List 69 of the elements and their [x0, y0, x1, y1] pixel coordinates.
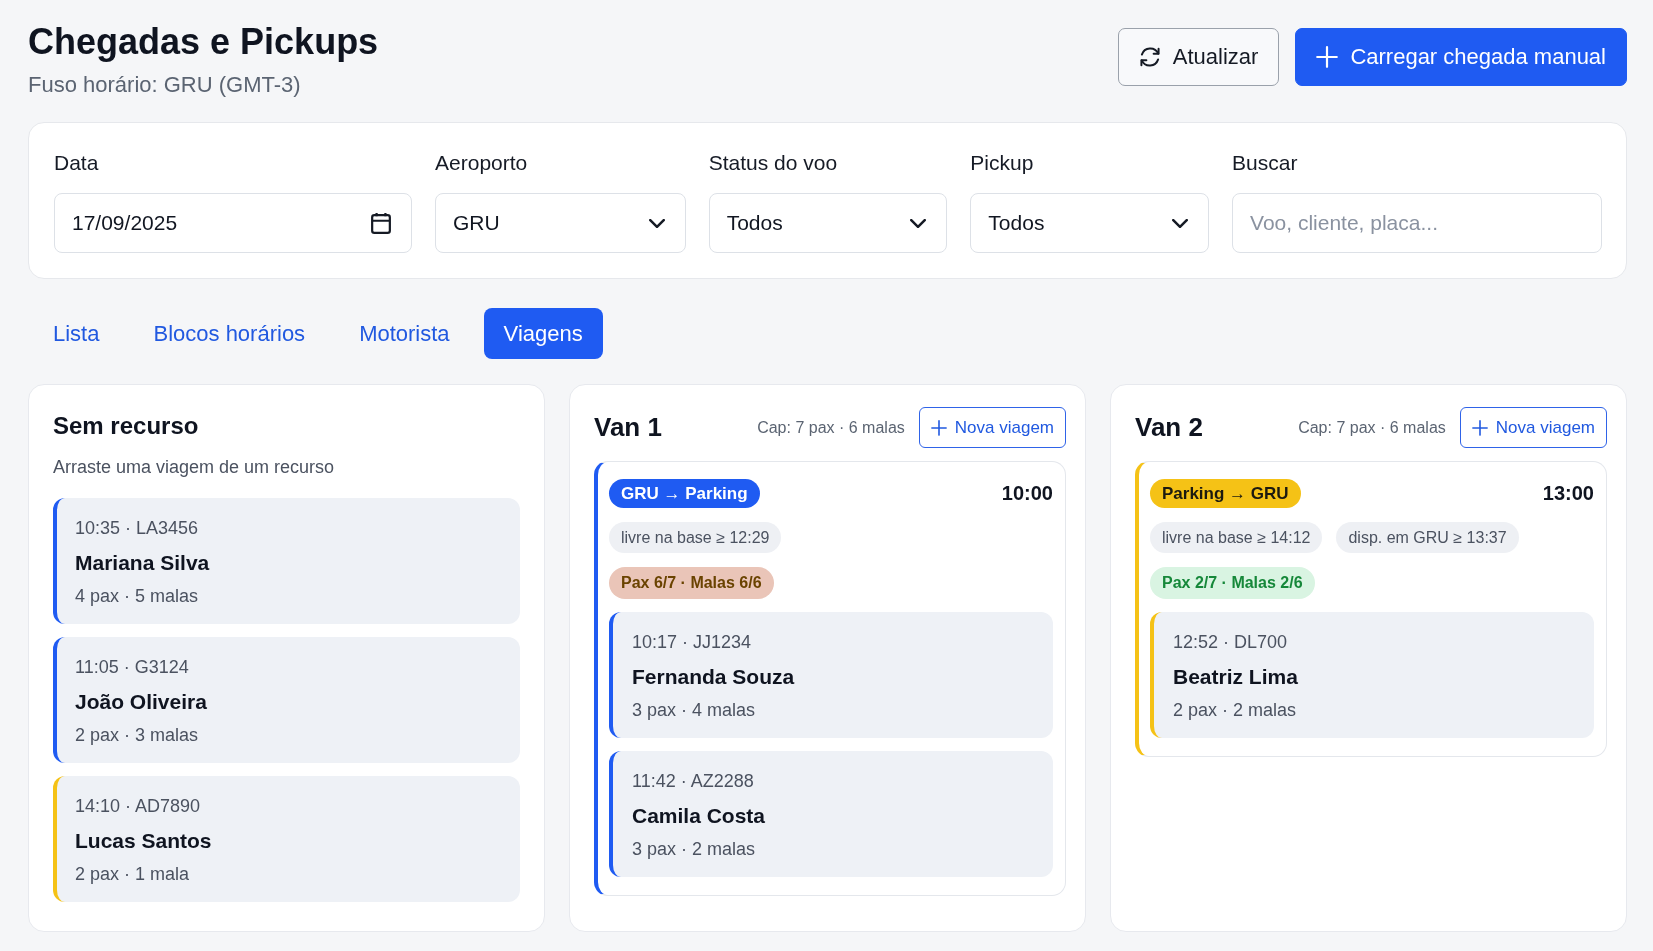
pax-luggage-count: 2 pax · 3 malas [75, 724, 200, 747]
view-tab[interactable]: Lista [33, 308, 120, 359]
field-label: Pickup [970, 150, 1035, 176]
column-title: Sem recurso [53, 411, 200, 441]
capacity-label: Cap: 7 pax · 6 malas [1298, 418, 1446, 437]
passenger-name: Lucas Santos [75, 828, 213, 854]
refresh-button[interactable]: Atualizar [1117, 28, 1280, 86]
timezone-label: Fuso horário: GRU (GMT-3) [28, 71, 302, 99]
field-label: Buscar [1232, 150, 1299, 176]
passenger-name: João Oliveira [75, 689, 208, 715]
trip-card[interactable]: GRU → Parking 10:00 livre na base ≥ 12:29 Pax 6/7 · Malas 6/6 10:17 · JJ1234 Fernanda Souza 3 pax · 4 malas 11:42 · AZ2288 Camila Costa 3 pax · 2 malas [594, 461, 1066, 896]
availability-chip: livre na base ≥ 12:29 [609, 522, 782, 553]
calendar-icon [371, 212, 392, 234]
pax-luggage-count: 3 pax · 4 malas [632, 699, 757, 722]
trip-card[interactable]: Parking → GRU 13:00 livre na base ≥ 14:12 disp. em GRU ≥ 13:37 Pax 2/7 · Malas 2/6 12:52 · DL700 Beatriz Lima 2 pax · 2 malas [1135, 461, 1607, 757]
arrival-card[interactable]: 12:52 · DL700 Beatriz Lima 2 pax · 2 malas [1150, 612, 1594, 738]
chevron-down-icon [648, 218, 665, 228]
add-arrival-button[interactable]: Carregar chegada manual [1295, 28, 1627, 86]
passenger-name: Fernanda Souza [632, 664, 796, 690]
dropdown-field[interactable]: Todos [708, 193, 948, 253]
passenger-name: Beatriz Lima [1173, 664, 1299, 690]
flight-info: 12:52 · DL700 [1173, 631, 1289, 654]
arrival-card[interactable]: 11:05 · G3124 João Oliveira 2 pax · 3 malas [53, 637, 520, 763]
search-field[interactable]: Voo, cliente, placa... [1232, 193, 1602, 253]
chevron-down-icon [1172, 218, 1189, 228]
column-hint: Arraste uma viagem de um recurso [53, 456, 336, 479]
view-tab[interactable]: Motorista [339, 308, 470, 359]
flight-info: 11:42 · AZ2288 [632, 770, 755, 793]
passenger-name: Mariana Silva [75, 550, 211, 576]
availability-chip: livre na base ≥ 14:12 [1150, 522, 1323, 553]
route-badge: Parking → GRU [1150, 479, 1301, 508]
flight-info: 10:17 · JJ1234 [632, 631, 753, 654]
arrival-card[interactable]: 11:42 · AZ2288 Camila Costa 3 pax · 2 malas [609, 751, 1053, 877]
flight-info: 10:35 · LA3456 [75, 517, 200, 540]
chevron-down-icon [910, 218, 927, 228]
pax-luggage-count: 2 pax · 1 mala [75, 863, 191, 886]
new-trip-button[interactable]: Nova viagem [1459, 407, 1607, 448]
pax-luggage-count: 3 pax · 2 malas [632, 838, 757, 861]
load-chip: Pax 6/7 · Malas 6/6 [609, 567, 774, 599]
trip-time: 10:00 [1001, 482, 1053, 505]
date-field[interactable]: 17/09/2025 [54, 193, 413, 253]
dropdown-field[interactable]: GRU [435, 193, 686, 253]
arrival-card[interactable]: 10:17 · JJ1234 Fernanda Souza 3 pax · 4 malas [609, 612, 1053, 738]
vehicle-title: Van 1 [594, 411, 662, 444]
pax-luggage-count: 4 pax · 5 malas [75, 585, 200, 608]
plus-icon [930, 419, 947, 436]
availability-chip: disp. em GRU ≥ 13:37 [1336, 522, 1519, 553]
trip-time: 13:00 [1542, 482, 1594, 505]
view-tab[interactable]: Blocos horários [133, 308, 326, 359]
field-label: Aeroporto [435, 150, 529, 176]
dropdown-field[interactable]: Todos [970, 193, 1210, 253]
flight-info: 11:05 · G3124 [75, 656, 190, 679]
view-tab[interactable]: Viagens [483, 308, 603, 359]
capacity-label: Cap: 7 pax · 6 malas [757, 418, 905, 437]
new-trip-button[interactable]: Nova viagem [918, 407, 1066, 448]
vehicle-title: Van 2 [1135, 411, 1203, 444]
field-label: Status do voo [708, 150, 839, 176]
plus-icon [1316, 46, 1339, 68]
arrival-card[interactable]: 10:35 · LA3456 Mariana Silva 4 pax · 5 malas [53, 498, 520, 624]
flight-info: 14:10 · AD7890 [75, 795, 202, 818]
route-badge: GRU → Parking [609, 479, 760, 508]
load-chip: Pax 2/7 · Malas 2/6 [1150, 567, 1315, 599]
refresh-icon [1138, 46, 1161, 68]
pax-luggage-count: 2 pax · 2 malas [1173, 699, 1298, 722]
passenger-name: Camila Costa [632, 803, 767, 829]
page-title: Chegadas e Pickups [28, 20, 379, 64]
plus-icon [1471, 419, 1488, 436]
arrival-card[interactable]: 14:10 · AD7890 Lucas Santos 2 pax · 1 mala [53, 776, 520, 902]
field-label: Data [54, 150, 100, 176]
